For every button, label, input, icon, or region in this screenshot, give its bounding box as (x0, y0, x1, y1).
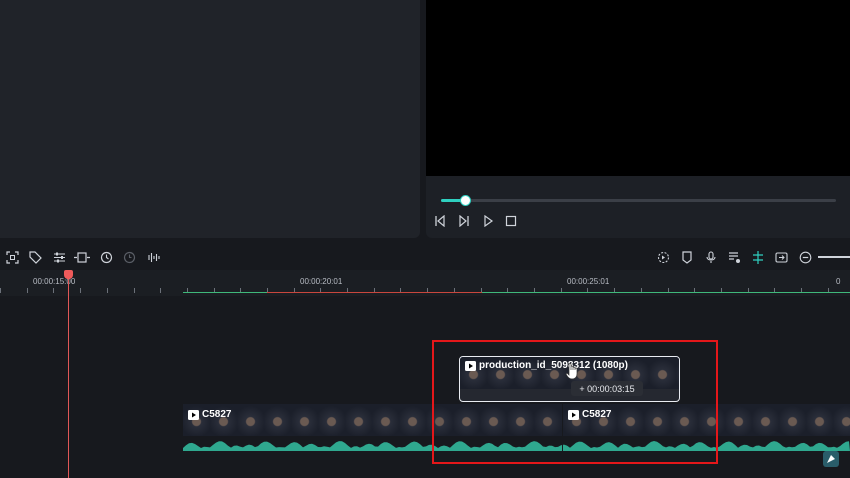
clip-thumbnail (725, 404, 753, 436)
prev-frame-icon[interactable] (431, 212, 449, 230)
clip-thumbnail (264, 404, 292, 436)
playhead-handle[interactable] (64, 270, 73, 279)
clip-thumbnail (779, 404, 807, 436)
clip-label: C5827 (188, 409, 231, 420)
speed-icon[interactable] (120, 248, 138, 266)
clip-thumbnail (237, 404, 265, 436)
clip-thumbnail (806, 404, 834, 436)
filmora-badge-icon (823, 451, 839, 467)
ruler-label: 00:00:20:01 (300, 277, 343, 286)
voiceover-icon[interactable] (725, 248, 743, 266)
video-clip-icon (188, 409, 199, 420)
clip-thumbnail (833, 404, 850, 436)
preview-screen[interactable] (426, 0, 850, 176)
adjust-icon[interactable] (50, 248, 68, 266)
ruler-tick (0, 288, 1, 293)
render-icon[interactable] (654, 248, 672, 266)
highlight-box (432, 340, 718, 464)
ruler-tick (134, 288, 135, 293)
seek-handle[interactable] (459, 195, 471, 206)
media-library-panel (0, 0, 420, 238)
tag-icon[interactable] (26, 248, 44, 266)
snap-icon[interactable] (749, 248, 767, 266)
render-bar-red (267, 292, 482, 293)
ruler-tick (160, 288, 161, 293)
marker-icon[interactable] (678, 248, 696, 266)
ruler-tick (53, 288, 54, 293)
fit-icon[interactable] (73, 248, 91, 266)
clip-thumbnail (752, 404, 780, 436)
audio-split-icon[interactable] (144, 248, 162, 266)
seek-bar[interactable] (441, 199, 836, 202)
mic-icon[interactable] (702, 248, 720, 266)
clip-thumbnail (345, 404, 373, 436)
ruler-tick (27, 288, 28, 293)
clip-thumbnail (399, 404, 427, 436)
zoom-out-icon[interactable] (796, 248, 814, 266)
replace-icon[interactable] (772, 248, 790, 266)
playhead-line (68, 274, 69, 478)
zoom-slider[interactable] (818, 256, 850, 258)
stop-icon[interactable] (502, 212, 520, 230)
ruler-tick (107, 288, 108, 293)
clip-thumbnail (318, 404, 346, 436)
next-frame-icon[interactable] (455, 212, 473, 230)
play-icon[interactable] (479, 212, 497, 230)
clip-name: C5827 (202, 409, 232, 420)
ruler-label: 0 (836, 277, 841, 286)
ruler-label: 00:00:25:01 (567, 277, 610, 286)
clip-thumbnail (372, 404, 400, 436)
clip-thumbnail (291, 404, 319, 436)
ruler-tick (80, 288, 81, 293)
crop-icon[interactable] (3, 248, 21, 266)
rotate-icon[interactable] (97, 248, 115, 266)
